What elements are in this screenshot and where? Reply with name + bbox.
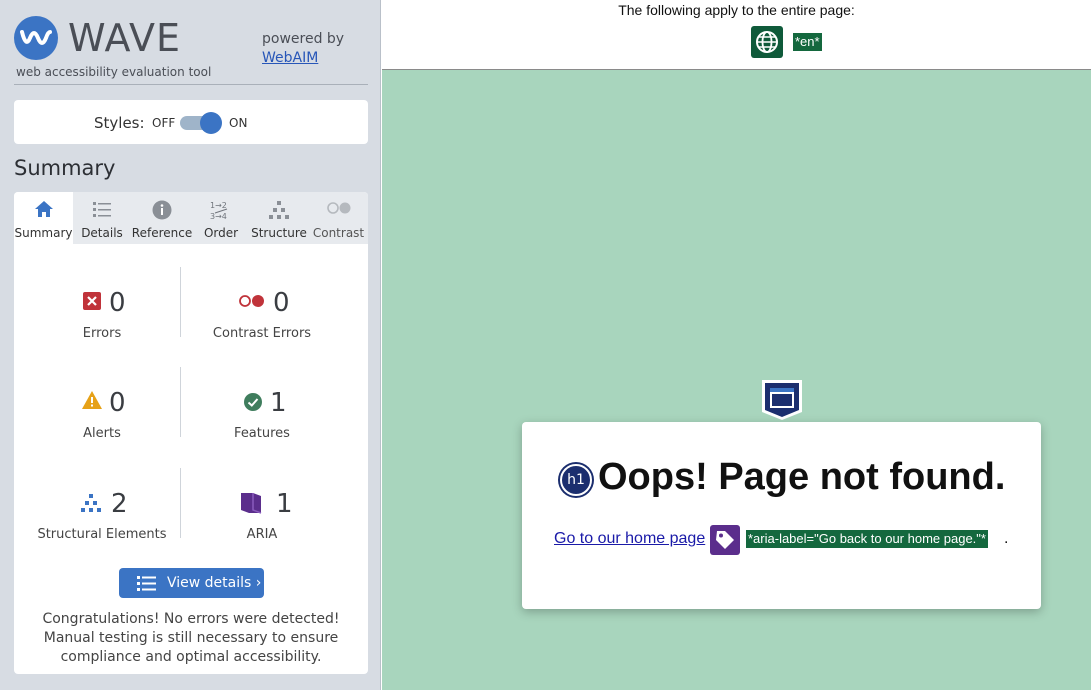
tab-structure[interactable]: Structure: [249, 192, 309, 244]
tab-label: Reference: [131, 226, 193, 240]
svg-text:3→4: 3→4: [210, 212, 227, 221]
tab-label: Contrast: [312, 226, 365, 240]
h1-badge-text: h1: [567, 472, 585, 488]
aria-label-tag: *aria-label="Go back to our home page."*: [746, 530, 988, 548]
h1-heading-icon[interactable]: h1: [560, 464, 592, 496]
panel-tabs: Summary Details Reference 1→2 3→4 Order …: [14, 192, 368, 244]
wave-logo-subtitle: web accessibility evaluation tool: [16, 65, 212, 79]
webaim-link[interactable]: WebAIM: [262, 50, 318, 66]
svg-text:1→2: 1→2: [210, 201, 227, 210]
wave-logo-icon: [14, 16, 58, 60]
language-globe-icon[interactable]: [751, 26, 783, 58]
tab-details[interactable]: Details: [73, 192, 131, 244]
header-divider: [14, 84, 368, 85]
summary-panel: Summary Details Reference 1→2 3→4 Order …: [14, 192, 368, 674]
structure-icon: [249, 200, 309, 222]
styles-toggle-knob[interactable]: [200, 112, 222, 134]
home-page-link[interactable]: Go to our home page: [554, 530, 705, 548]
language-tag: *en*: [793, 33, 822, 51]
powered-by-text: powered by: [262, 31, 345, 47]
contrast-icon: [309, 200, 368, 222]
summary-heading: Summary: [14, 156, 116, 180]
info-icon: [131, 200, 193, 222]
page-preview: The following apply to the entire page: …: [382, 0, 1091, 690]
feature-check-icon: [244, 393, 262, 411]
page-heading: Oops! Page not found.: [598, 456, 1006, 498]
tab-label: Order: [203, 226, 239, 240]
page-wide-bar: The following apply to the entire page: …: [382, 0, 1091, 70]
list-icon: [73, 200, 131, 222]
error-icon: [83, 292, 101, 310]
features-label: Features: [234, 426, 290, 441]
aria-count: 1: [276, 489, 293, 519]
styles-label: Styles:: [94, 114, 145, 132]
structural-label: Structural Elements: [37, 527, 167, 542]
features-count: 1: [270, 388, 287, 418]
tab-label: Structure: [251, 226, 307, 240]
order-icon: 1→2 3→4: [193, 200, 249, 222]
tab-contrast[interactable]: Contrast: [309, 192, 368, 244]
styles-on-label: ON: [229, 116, 248, 130]
tab-summary[interactable]: Summary: [14, 192, 73, 244]
aria-label-icon[interactable]: [708, 523, 742, 557]
structural-count: 2: [111, 489, 128, 519]
errors-count: 0: [109, 288, 126, 318]
tab-order[interactable]: 1→2 3→4 Order: [193, 192, 249, 244]
page-structure-icon[interactable]: [761, 379, 803, 421]
view-details-button[interactable]: View details ›: [119, 568, 264, 598]
styles-toggle-box: Styles: OFF ON: [14, 100, 368, 144]
congratulations-message: Congratulations! No errors were detected…: [42, 611, 340, 665]
page-wide-caption: The following apply to the entire page:: [618, 2, 855, 18]
alerts-label: Alerts: [83, 426, 121, 441]
aria-icon: [241, 493, 262, 514]
contrast-errors-count: 0: [273, 288, 290, 318]
not-found-card: h1 Oops! Page not found. Go to our home …: [522, 422, 1041, 609]
contrast-error-icon: [239, 295, 264, 307]
contrast-errors-label: Contrast Errors: [212, 326, 312, 341]
trailing-period: .: [1004, 530, 1009, 547]
alerts-count: 0: [109, 388, 126, 418]
list-icon: [137, 576, 156, 591]
aria-label: ARIA: [246, 527, 278, 542]
tab-reference[interactable]: Reference: [131, 192, 193, 244]
wave-sidebar: WAVE web accessibility evaluation tool p…: [0, 0, 381, 690]
wave-logo-text: WAVE: [68, 16, 182, 60]
tab-label: Summary: [14, 226, 73, 240]
view-details-label: View details ›: [167, 575, 262, 591]
home-icon: [14, 200, 73, 222]
errors-label: Errors: [82, 326, 122, 341]
structure-icon: [81, 494, 101, 512]
styles-off-label: OFF: [152, 116, 176, 130]
tab-label: Details: [81, 226, 123, 240]
alert-icon: [82, 391, 102, 409]
